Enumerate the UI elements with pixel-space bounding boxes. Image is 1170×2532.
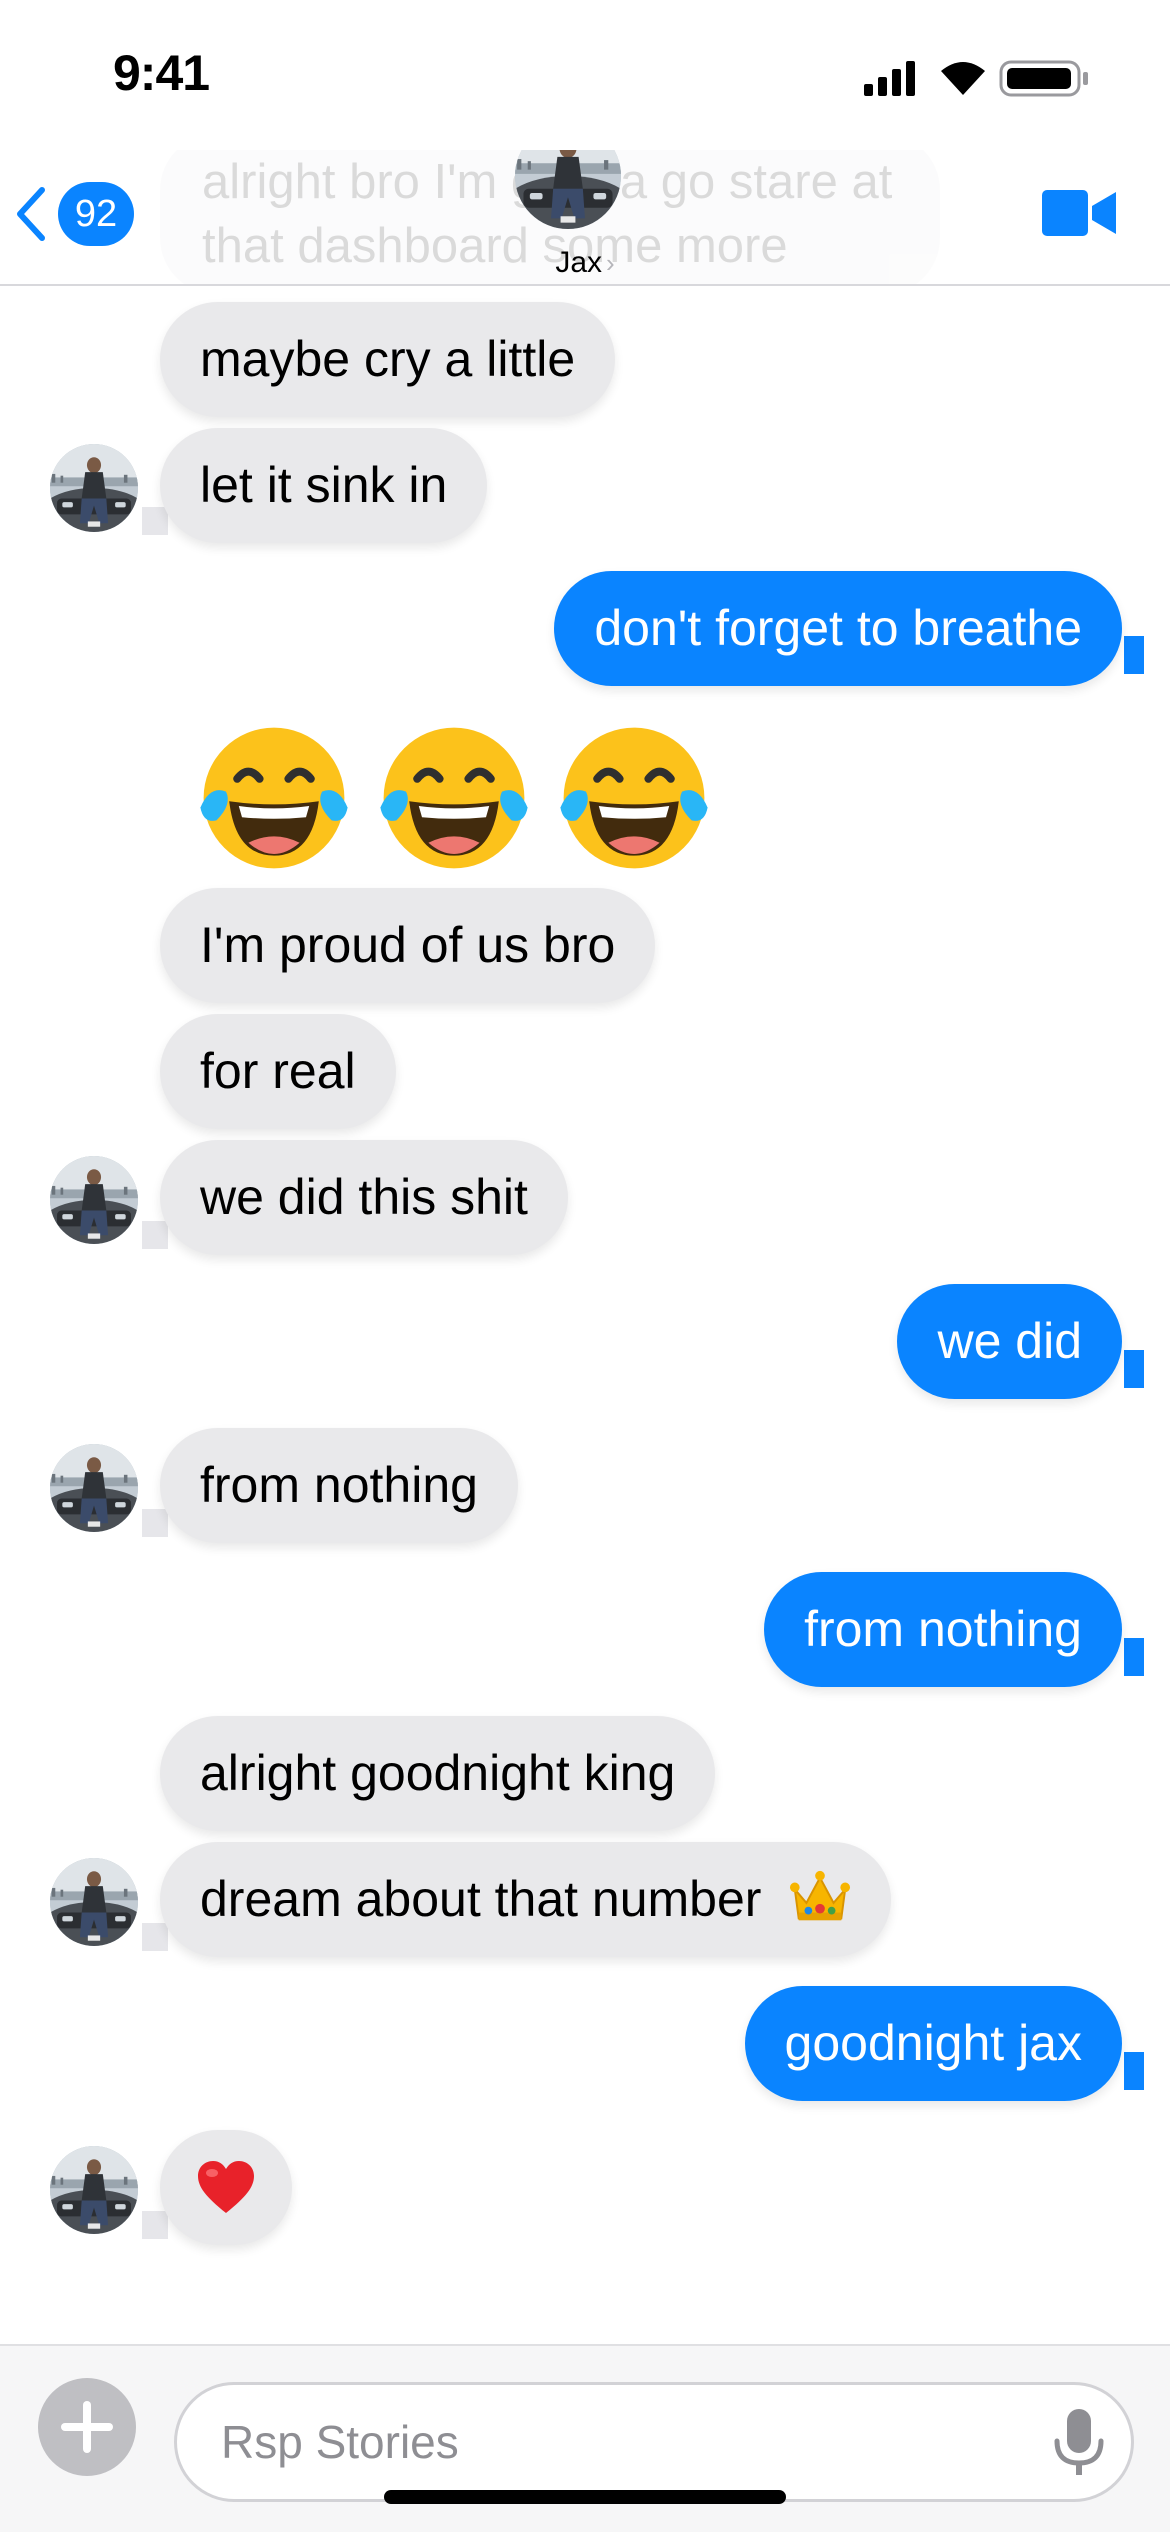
message-text: alright goodnight king: [200, 1745, 676, 1801]
bubble-tail: [1124, 1638, 1144, 1676]
message-text: maybe cry a little: [200, 331, 576, 387]
tears-of-joy-emoji: [370, 718, 538, 878]
tears-of-joy-emoji: [190, 718, 358, 878]
back-button[interactable]: 92: [14, 182, 134, 246]
bubble-tail: [142, 1221, 168, 1249]
message-input[interactable]: [221, 2385, 1041, 2499]
message-text: from nothing: [200, 1457, 478, 1513]
contact-name-button[interactable]: Jax ›: [0, 246, 1170, 280]
message-text: dream about that number: [200, 1871, 762, 1927]
sender-avatar[interactable]: [50, 1444, 138, 1532]
sender-avatar[interactable]: [50, 1858, 138, 1946]
jumbo-emoji-message[interactable]: [190, 718, 718, 878]
contact-name: Jax: [555, 246, 602, 279]
sender-photo: [50, 1156, 138, 1244]
contact-chevron-icon: ›: [606, 248, 615, 278]
messages-screen: 9:41 alright bro I'm gonna go stare at t…: [0, 0, 1170, 2532]
message-text: for real: [200, 1043, 356, 1099]
sender-photo: [50, 2146, 138, 2234]
bubble-tail: [142, 2211, 168, 2239]
message-text: we did: [937, 1313, 1082, 1369]
unread-count-badge: 92: [58, 182, 134, 246]
message-text: don't forget to breathe: [594, 600, 1082, 656]
wifi-icon: [941, 62, 985, 95]
microphone-icon[interactable]: [1049, 2407, 1109, 2479]
bubble-tail: [1124, 2052, 1144, 2090]
message-bubble-outgoing[interactable]: from nothing: [764, 1572, 1122, 1687]
message-bubble-incoming[interactable]: I'm proud of us bro: [160, 888, 656, 1003]
message-bubble-incoming[interactable]: from nothing: [160, 1428, 518, 1543]
message-bubble-outgoing[interactable]: goodnight jax: [744, 1986, 1122, 2101]
bubble-tail: [142, 1923, 168, 1951]
message-bubble-incoming[interactable]: dream about that number: [160, 1842, 892, 1957]
message-input-container[interactable]: [174, 2382, 1134, 2502]
home-indicator[interactable]: [384, 2490, 786, 2504]
status-icons: [864, 60, 1088, 97]
sender-photo: [50, 1858, 138, 1946]
bubble-tail: [1124, 636, 1144, 674]
crown-emoji: [790, 1870, 851, 1921]
message-bubble-outgoing[interactable]: don't forget to breathe: [554, 571, 1122, 686]
sender-avatar[interactable]: [50, 2146, 138, 2234]
message-bubble-incoming[interactable]: alright goodnight king: [160, 1716, 716, 1831]
message-text: I'm proud of us bro: [200, 917, 616, 973]
video-call-button[interactable]: [1042, 186, 1116, 240]
message-bubble-incoming[interactable]: [160, 2130, 292, 2245]
cellular-signal-icon: [864, 61, 915, 96]
status-bar: 9:41: [0, 0, 1170, 150]
bubble-tail: [142, 1509, 168, 1537]
tears-of-joy-emoji: [550, 718, 718, 878]
sender-avatar[interactable]: [50, 1156, 138, 1244]
message-bubble-incoming[interactable]: we did this shit: [160, 1140, 568, 1255]
status-time: 9:41: [113, 45, 210, 101]
add-attachment-button[interactable]: [38, 2378, 136, 2476]
red-heart-emoji: [198, 2160, 254, 2213]
sender-photo: [50, 1444, 138, 1532]
back-chevron-icon: [17, 187, 45, 241]
message-bubble-incoming[interactable]: let it sink in: [160, 428, 488, 543]
message-bubble-incoming[interactable]: maybe cry a little: [160, 302, 616, 417]
message-text: let it sink in: [200, 457, 448, 513]
bubble-tail: [1124, 1350, 1144, 1388]
bubble-tail: [142, 507, 168, 535]
sender-photo: [50, 444, 138, 532]
message-text: from nothing: [804, 1601, 1082, 1657]
message-bubble-incoming[interactable]: for real: [160, 1014, 396, 1129]
plus-icon: [61, 2401, 113, 2453]
message-bubble-outgoing[interactable]: we did: [897, 1284, 1122, 1399]
message-text: goodnight jax: [784, 2015, 1082, 2071]
battery-icon: [999, 60, 1088, 97]
sender-avatar[interactable]: [50, 444, 138, 532]
video-camera-icon: [1042, 190, 1116, 236]
message-text: we did this shit: [200, 1169, 528, 1225]
